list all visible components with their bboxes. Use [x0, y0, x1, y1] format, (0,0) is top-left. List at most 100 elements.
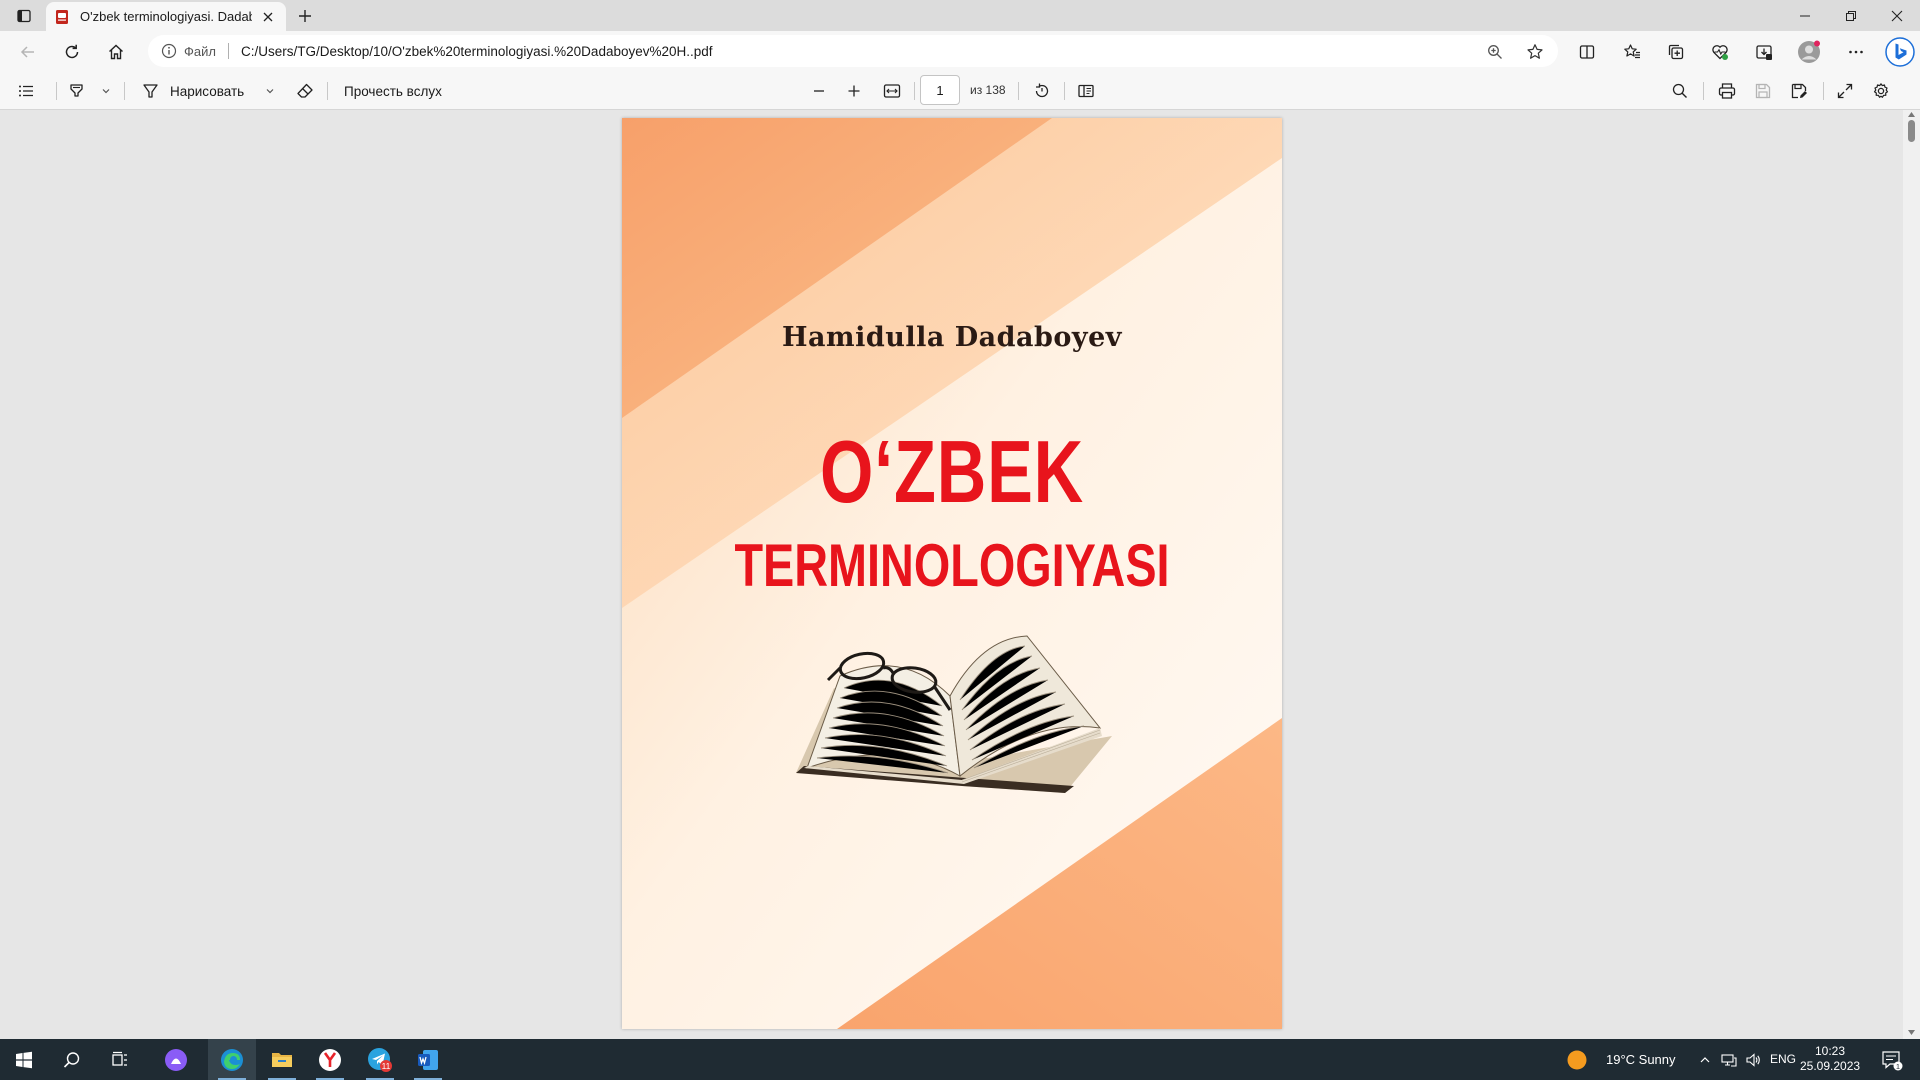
print-button[interactable] [1712, 78, 1742, 104]
zoom-out-button[interactable] [805, 78, 833, 104]
address-bar[interactable]: Файл C:/Users/TG/Desktop/10/O'zbek%20ter… [148, 35, 1558, 67]
taskbar-telegram-app[interactable]: 11 [356, 1039, 404, 1080]
chevron-down-icon [102, 89, 110, 94]
pdf-icon [56, 9, 68, 24]
settings-button[interactable] [1866, 78, 1896, 104]
minimize-icon [1800, 15, 1810, 16]
refresh-button[interactable] [56, 36, 88, 68]
taskbar-file-explorer-app[interactable] [258, 1039, 306, 1080]
zoom-in-button[interactable] [840, 78, 868, 104]
tab-close-button[interactable] [258, 7, 278, 27]
weather-widget-icon[interactable] [1562, 1039, 1592, 1080]
start-button[interactable] [0, 1039, 48, 1080]
task-view-button[interactable] [96, 1039, 144, 1080]
tab-actions-icon [17, 9, 31, 23]
bing-icon [1885, 37, 1915, 67]
window-close-button[interactable] [1874, 0, 1920, 31]
favorite-star-icon[interactable] [1524, 41, 1546, 63]
read-aloud-label: Прочесть вслух [344, 83, 442, 99]
windows-logo-icon [16, 1051, 32, 1068]
fit-to-width-button[interactable] [877, 78, 907, 104]
toolbar-divider [327, 82, 328, 100]
profile-button[interactable] [1793, 36, 1825, 68]
notifications-button[interactable]: 1 [1872, 1039, 1912, 1080]
scroll-up-arrow-icon[interactable] [1907, 110, 1916, 119]
active-tab[interactable]: O'zbek terminologiyasi. Dadaboyev [46, 2, 286, 31]
split-screen-button[interactable] [1571, 36, 1603, 68]
toolbar-divider [1823, 82, 1824, 100]
favorites-button[interactable] [1616, 36, 1648, 68]
arrow-left-icon [20, 46, 34, 58]
chevron-up-icon [1700, 1056, 1710, 1062]
rotate-button[interactable] [1028, 78, 1056, 104]
gear-icon [1873, 83, 1889, 98]
info-icon[interactable] [160, 42, 178, 60]
new-tab-button[interactable] [290, 2, 320, 30]
highlight-button[interactable] [66, 78, 114, 104]
tab-actions-button[interactable] [6, 1, 42, 31]
telegram-badge: 11 [382, 1061, 391, 1071]
navigation-bar: Файл C:/Users/TG/Desktop/10/O'zbek%20ter… [0, 31, 1920, 71]
printer-icon [1718, 83, 1736, 99]
browser-essentials-button[interactable] [1704, 36, 1736, 68]
windows-taskbar: 11 19°C Sunny ENG 10:23 25.09.2023 1 [0, 1039, 1920, 1080]
toolbar-divider [1018, 82, 1019, 100]
plus-icon [848, 85, 860, 97]
taskbar-word-app[interactable] [404, 1039, 452, 1080]
zoom-icon[interactable] [1484, 41, 1506, 63]
toolbar-divider [56, 82, 57, 100]
task-view-icon [112, 1051, 127, 1066]
contents-button[interactable] [12, 78, 40, 104]
input-language[interactable]: ENG [1770, 1052, 1796, 1066]
scroll-down-arrow-icon[interactable] [1907, 1028, 1916, 1037]
bing-copilot-button[interactable] [1883, 35, 1917, 69]
book-author: Hamidulla Dadaboyev [782, 322, 1122, 353]
home-button[interactable] [100, 36, 132, 68]
workspaces-button[interactable] [1748, 36, 1780, 68]
weather-text[interactable]: 19°C Sunny [1606, 1052, 1676, 1067]
save-as-icon [1791, 83, 1807, 99]
fullscreen-button[interactable] [1830, 78, 1860, 104]
plus-icon [299, 10, 311, 22]
tab-strip: O'zbek terminologiyasi. Dadaboyev [0, 0, 1920, 31]
taskbar-yandex-browser-app[interactable] [306, 1039, 354, 1080]
heart-pulse-icon [1712, 45, 1728, 60]
page-number-input[interactable] [920, 75, 960, 105]
save-button[interactable] [1748, 78, 1778, 104]
collections-button[interactable] [1660, 36, 1692, 68]
eraser-icon [297, 83, 313, 98]
network-icon[interactable] [1716, 1039, 1742, 1080]
search-icon [63, 1051, 80, 1068]
draw-label: Нарисовать [170, 83, 245, 99]
url-text[interactable]: C:/Users/TG/Desktop/10/O'zbek%20terminol… [241, 44, 713, 59]
book-title-line2: TERMINOLOGIYASI [734, 532, 1170, 599]
taskbar-search-button[interactable] [48, 1039, 96, 1080]
system-clock[interactable]: 10:23 25.09.2023 [1800, 1044, 1860, 1074]
back-button[interactable] [12, 36, 44, 68]
show-hidden-icons-button[interactable] [1692, 1039, 1718, 1080]
draw-button[interactable]: Нарисовать [142, 78, 278, 104]
word-icon [418, 1049, 438, 1070]
taskbar-edge-app[interactable] [208, 1039, 256, 1080]
scrollbar-thumb[interactable] [1908, 120, 1915, 142]
erase-button[interactable] [292, 78, 318, 104]
chevron-down-icon [266, 89, 274, 94]
expand-icon [1837, 83, 1853, 99]
rotate-icon [1035, 83, 1049, 98]
list-icon [19, 85, 33, 97]
vertical-scrollbar[interactable] [1903, 110, 1920, 1039]
minimize-button[interactable] [1782, 0, 1828, 31]
volume-icon[interactable] [1740, 1039, 1766, 1080]
alice-assistant-icon [165, 1048, 187, 1071]
restore-button[interactable] [1828, 0, 1874, 31]
search-button[interactable] [1666, 78, 1694, 104]
save-as-button[interactable] [1784, 78, 1814, 104]
book-title-line1: O‘ZBEK [819, 422, 1084, 521]
scheme-label: Файл [184, 43, 216, 59]
pdf-viewport[interactable]: Hamidulla Dadaboyev O‘ZBEK TERMINOLOGIYA… [0, 110, 1920, 1039]
page-view-button[interactable] [1072, 78, 1100, 104]
tab-title: O'zbek terminologiyasi. Dadaboyev [80, 9, 252, 24]
more-menu-button[interactable] [1840, 36, 1872, 68]
read-aloud-button[interactable]: Прочесть вслух [338, 78, 458, 104]
taskbar-alice-app[interactable] [152, 1039, 200, 1080]
